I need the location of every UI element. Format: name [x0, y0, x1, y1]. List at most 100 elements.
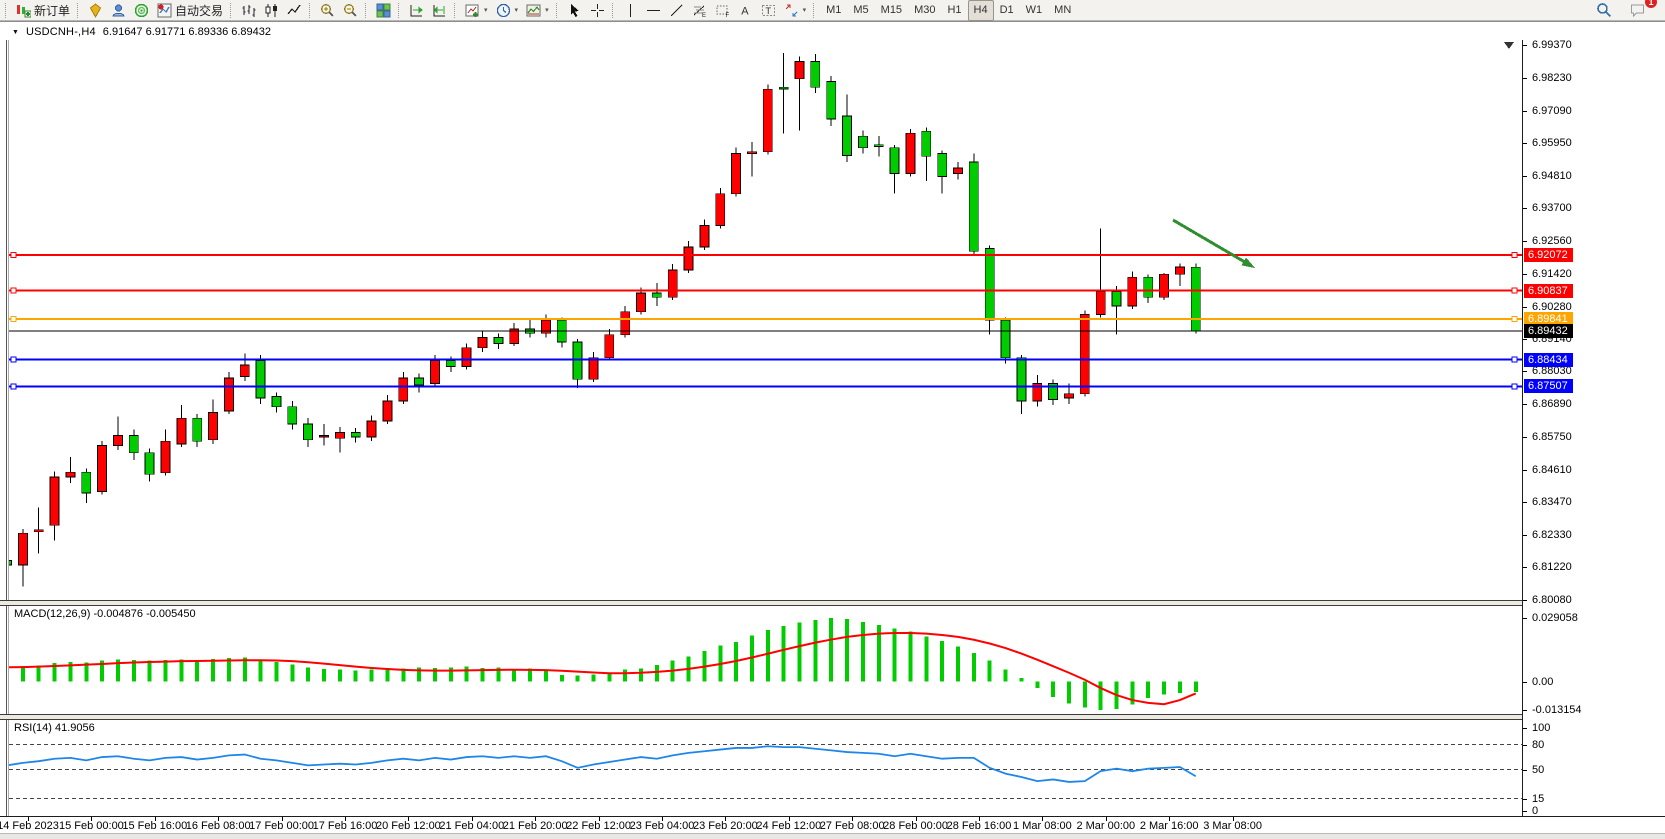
price-chart-pane[interactable]	[9, 40, 1522, 600]
svg-text:T: T	[765, 6, 771, 16]
price-tick-label: 6.88030	[1532, 365, 1572, 377]
price-tick-label: 6.80080	[1532, 594, 1572, 606]
candlesticks-button[interactable]	[260, 0, 283, 21]
timeframe-h1-button[interactable]: H1	[941, 0, 967, 21]
price-axis[interactable]: 6.993706.982306.970906.959506.948106.937…	[1522, 40, 1665, 816]
community-button[interactable]	[107, 0, 130, 21]
horizontal-line-icon	[646, 3, 661, 18]
price-tick	[1523, 339, 1527, 340]
templates-icon	[526, 3, 541, 18]
text-button[interactable]: A	[734, 0, 757, 21]
fibonacci-icon: E	[692, 3, 707, 18]
auto-trading-button[interactable]: 自动交易	[153, 0, 227, 21]
price-tick	[1523, 535, 1527, 536]
horizontal-line-button[interactable]	[642, 0, 665, 21]
trend-arrow-annotation[interactable]	[1173, 220, 1255, 268]
main-chart-canvas[interactable]	[9, 40, 1522, 600]
crosshair-button[interactable]	[586, 0, 609, 21]
candlesticks-icon	[264, 3, 279, 18]
templates-button[interactable]: ▾	[522, 0, 553, 21]
tile-windows-icon	[376, 3, 391, 18]
level-price-tag: 6.92072	[1524, 248, 1573, 262]
chart-shift-button[interactable]	[428, 0, 451, 21]
timeframe-m5-button[interactable]: M5	[847, 0, 874, 21]
zoom-in-button[interactable]	[316, 0, 339, 21]
price-tick	[1523, 143, 1527, 144]
price-tick	[1523, 404, 1527, 405]
level-price-tag: 6.90837	[1524, 284, 1573, 298]
time-axis[interactable]: 14 Feb 202315 Feb 00:0015 Feb 16:0016 Fe…	[0, 816, 1665, 834]
tile-windows-button[interactable]	[372, 0, 395, 21]
zoom-out-button[interactable]	[339, 0, 362, 21]
auto-scroll-icon	[409, 3, 424, 18]
price-tick-label: 6.84610	[1532, 464, 1572, 476]
timeframe-h4-button[interactable]: H4	[968, 0, 994, 21]
chart-shift-marker[interactable]	[1504, 42, 1514, 49]
rsi-tick	[1523, 728, 1527, 729]
text-label-button[interactable]: T	[757, 0, 780, 21]
macd-canvas[interactable]	[9, 606, 1522, 714]
horizontal-level-lines[interactable]	[9, 252, 1522, 388]
bar-chart-button[interactable]	[237, 0, 260, 21]
timeframe-d1-button[interactable]: D1	[994, 0, 1020, 21]
rsi-tick	[1523, 799, 1527, 800]
price-tick-label: 6.82330	[1532, 529, 1572, 541]
price-tick	[1523, 371, 1527, 372]
toolbar-group-separator	[612, 3, 615, 18]
fibonacci-button[interactable]: E	[688, 0, 711, 21]
cursor-button[interactable]	[563, 0, 586, 21]
level-price-tag: 6.88434	[1524, 353, 1573, 367]
macd-tick	[1523, 710, 1527, 711]
timeframe-mn-button[interactable]: MN	[1048, 0, 1077, 21]
macd-pane[interactable]: MACD(12,26,9) -0.004876 -0.005450	[9, 606, 1522, 714]
current-price-tag: 6.89432	[1524, 324, 1573, 338]
macd-label: MACD(12,26,9) -0.004876 -0.005450	[14, 608, 196, 620]
auto-trading-icon	[157, 3, 172, 18]
chart-ohlc-values: 6.91647 6.91771 6.89336 6.89432	[103, 26, 271, 38]
price-tick-label: 6.98230	[1532, 72, 1572, 84]
arrows-button[interactable]: ▾	[780, 0, 811, 21]
equidistant-channel-icon: F	[715, 3, 730, 18]
time-tick-label: 15 Feb 16:00	[122, 820, 187, 832]
signals-button[interactable]	[130, 0, 153, 21]
price-tick-label: 6.86890	[1532, 398, 1572, 410]
toolbar-group-separator	[309, 3, 312, 18]
indicators-dropdown-icon[interactable]: ▾	[484, 6, 488, 14]
arrows-dropdown-icon[interactable]: ▾	[803, 6, 807, 14]
line-chart-button[interactable]	[283, 0, 306, 21]
notification-badge: 1	[1645, 0, 1657, 8]
timeframe-m1-button[interactable]: M1	[820, 0, 847, 21]
vertical-line-button[interactable]	[619, 0, 642, 21]
notifications-button[interactable]: 1	[1626, 0, 1651, 21]
price-tick-label: 6.91420	[1532, 268, 1572, 280]
new-order-button[interactable]: 新订单	[12, 0, 74, 21]
timeframe-m30-button[interactable]: M30	[908, 0, 941, 21]
macd-tick-label: -0.013154	[1532, 704, 1582, 716]
price-tick	[1523, 241, 1527, 242]
toolbar-group-separator	[398, 3, 401, 18]
indicators-button[interactable]: ▾	[461, 0, 492, 21]
macd-tick	[1523, 618, 1527, 619]
svg-text:F: F	[725, 13, 729, 18]
time-tick-label: 17 Feb 00:00	[249, 820, 314, 832]
rsi-canvas[interactable]	[9, 720, 1522, 816]
zoom-in-icon	[320, 3, 335, 18]
auto-scroll-button[interactable]	[405, 0, 428, 21]
time-tick-label: 24 Feb 12:00	[756, 820, 821, 832]
periods-dropdown-icon[interactable]: ▾	[515, 6, 519, 14]
rsi-tick-label: 15	[1532, 793, 1544, 805]
trendline-button[interactable]	[665, 0, 688, 21]
price-tick	[1523, 45, 1527, 46]
market-icon	[88, 3, 103, 18]
status-bar	[0, 833, 1665, 839]
periods-button[interactable]: ▾	[492, 0, 523, 21]
timeframe-m15-button[interactable]: M15	[875, 0, 908, 21]
rsi-pane[interactable]: RSI(14) 41.9056	[9, 720, 1522, 816]
equidistant-channel-button[interactable]: F	[711, 0, 734, 21]
search-button[interactable]	[1592, 0, 1616, 21]
chart-menu-triangle-icon[interactable]: ▼	[12, 29, 19, 36]
market-button[interactable]	[84, 0, 107, 21]
templates-dropdown-icon[interactable]: ▾	[545, 6, 549, 14]
time-tick-label: 15 Feb 00:00	[59, 820, 124, 832]
timeframe-w1-button[interactable]: W1	[1020, 0, 1049, 21]
